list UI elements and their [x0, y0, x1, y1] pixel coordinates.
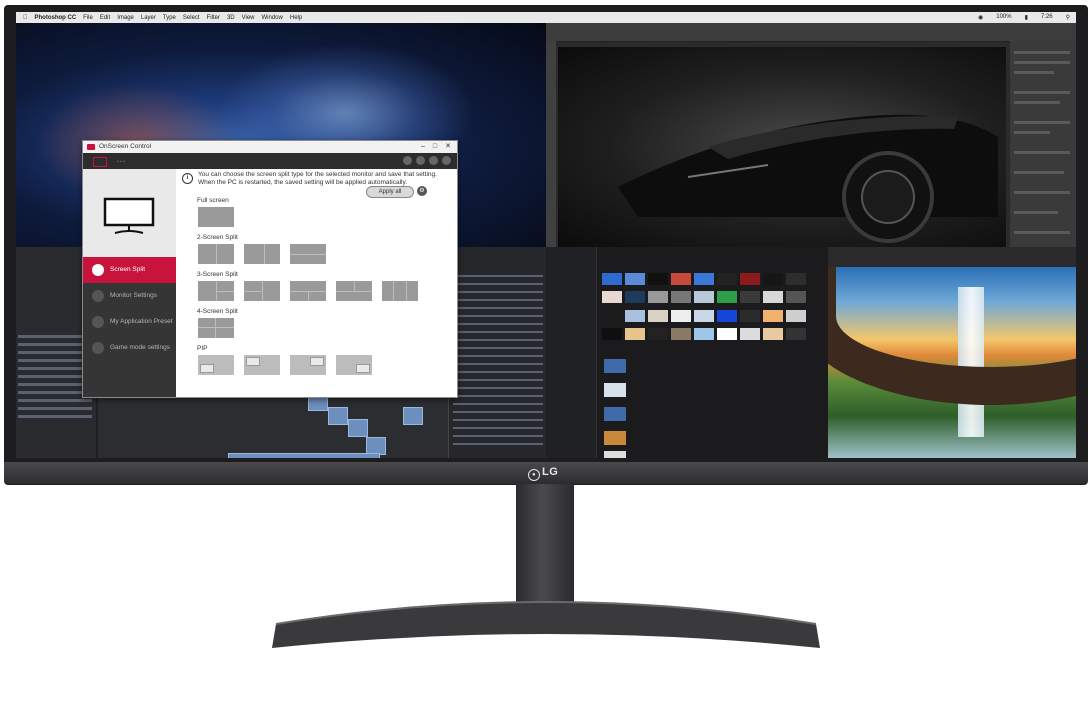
help-icon[interactable] [429, 156, 438, 165]
layout-pip-top-right[interactable] [290, 355, 326, 375]
layout-full-screen[interactable] [198, 207, 234, 227]
preset-icon [92, 316, 104, 328]
selected-monitor-preview[interactable] [83, 169, 176, 257]
battery-icon[interactable]: ▮ [1025, 14, 1028, 21]
layout-pip-bottom-right[interactable] [336, 355, 372, 375]
minimize-button[interactable]: – [421, 141, 425, 153]
search-icon[interactable]: ⚲ [1066, 14, 1070, 21]
osc-app-icon [87, 144, 95, 150]
info-icon: i [182, 173, 193, 184]
monitor-select-icon[interactable] [93, 157, 107, 167]
photoshop-window [546, 23, 1076, 247]
stand-base [272, 601, 820, 648]
nav-my-application-preset[interactable]: My Application Preset [83, 309, 176, 335]
monitor-screen:  Photoshop CC File Edit Image Layer Typ… [16, 12, 1076, 458]
section-full-screen: Full screen [197, 197, 229, 204]
osc-content: i You can choose the screen split type f… [176, 169, 457, 397]
ps-canvas-car-image[interactable] [558, 47, 1006, 247]
image-viewer-titlebar [828, 247, 1076, 267]
section-3-screen: 3-Screen Split [197, 271, 238, 278]
menu-app-name[interactable]: Photoshop CC [35, 15, 77, 21]
maximize-button[interactable]: □ [433, 141, 437, 153]
layout-2-split-vertical[interactable] [198, 244, 234, 264]
onscreen-control-window: OnScreen Control – □ ✕ • • • Screen Spli… [82, 140, 458, 398]
menu-select[interactable]: Select [183, 15, 200, 21]
ps-panels[interactable] [1010, 41, 1076, 247]
gear-icon[interactable]: ⚙ [417, 186, 427, 196]
layout-3-split-b[interactable] [244, 281, 280, 301]
menu-help[interactable]: Help [290, 15, 302, 21]
layout-4-split[interactable] [198, 318, 234, 338]
menu-layer[interactable]: Layer [141, 15, 156, 21]
menu-filter[interactable]: Filter [207, 15, 220, 21]
nav-monitor-settings[interactable]: Monitor Settings [83, 283, 176, 309]
waterfall-photo [828, 267, 1076, 458]
apple-icon[interactable]:  [23, 15, 28, 21]
menu-type[interactable]: Type [163, 15, 176, 21]
wifi-icon[interactable]: ◉ [978, 14, 983, 21]
menu-edit[interactable]: Edit [100, 15, 110, 21]
info-description: You can choose the screen split type for… [198, 171, 437, 186]
section-pip: PIP [197, 345, 208, 352]
media-app-window [546, 247, 1076, 458]
split-icon [92, 264, 104, 276]
layout-pip-top-left[interactable] [244, 355, 280, 375]
ps-options-bar [546, 23, 1076, 42]
media-thumbnail-grid[interactable] [602, 273, 812, 343]
menu-3d[interactable]: 3D [227, 15, 235, 21]
media-sidebar[interactable] [546, 247, 597, 458]
clock[interactable]: 7:26 [1041, 14, 1053, 21]
layout-3-split-e[interactable] [382, 281, 418, 301]
battery-percent: 100% [996, 14, 1012, 20]
nav-screen-split[interactable]: Screen Split [83, 257, 176, 283]
layout-3-split-d[interactable] [336, 281, 372, 301]
ps-toolbar[interactable] [546, 41, 556, 247]
osc-title-text: OnScreen Control [99, 143, 152, 150]
menu-window[interactable]: Window [262, 15, 283, 21]
nav-game-mode-settings[interactable]: Game mode settings [83, 335, 176, 361]
close-button[interactable]: ✕ [445, 141, 451, 153]
car-illustration [618, 114, 998, 243]
layout-3-split-c[interactable] [290, 281, 326, 301]
layout-2-split-horizontal[interactable] [290, 244, 326, 264]
apply-all-button[interactable]: Apply all [366, 186, 414, 198]
brand-logo: ● LG [528, 466, 558, 481]
settings-icon[interactable] [442, 156, 451, 165]
display-icon[interactable] [416, 156, 425, 165]
osc-header-bar: • • • [83, 153, 457, 169]
monitor-outline-icon [103, 197, 155, 234]
layout-3-split-a[interactable] [198, 281, 234, 301]
audio-browser-list[interactable] [448, 247, 546, 458]
monitor-icon [92, 290, 104, 302]
layout-pip-bottom-left[interactable] [198, 355, 234, 375]
section-4-screen: 4-Screen Split [197, 308, 238, 315]
menu-bar:  Photoshop CC File Edit Image Layer Typ… [16, 12, 1076, 23]
menu-file[interactable]: File [83, 15, 93, 21]
section-2-screen: 2-Screen Split [197, 234, 238, 241]
usb-icon[interactable] [403, 156, 412, 165]
page-dots: • • • [117, 159, 126, 165]
brand-name: LG [542, 466, 559, 478]
layout-2-split-wide[interactable] [244, 244, 280, 264]
menu-view[interactable]: View [242, 15, 255, 21]
menu-image[interactable]: Image [117, 15, 134, 21]
gamepad-icon [92, 342, 104, 354]
lg-logo-icon: ● [528, 469, 540, 481]
stand-neck [516, 484, 574, 602]
